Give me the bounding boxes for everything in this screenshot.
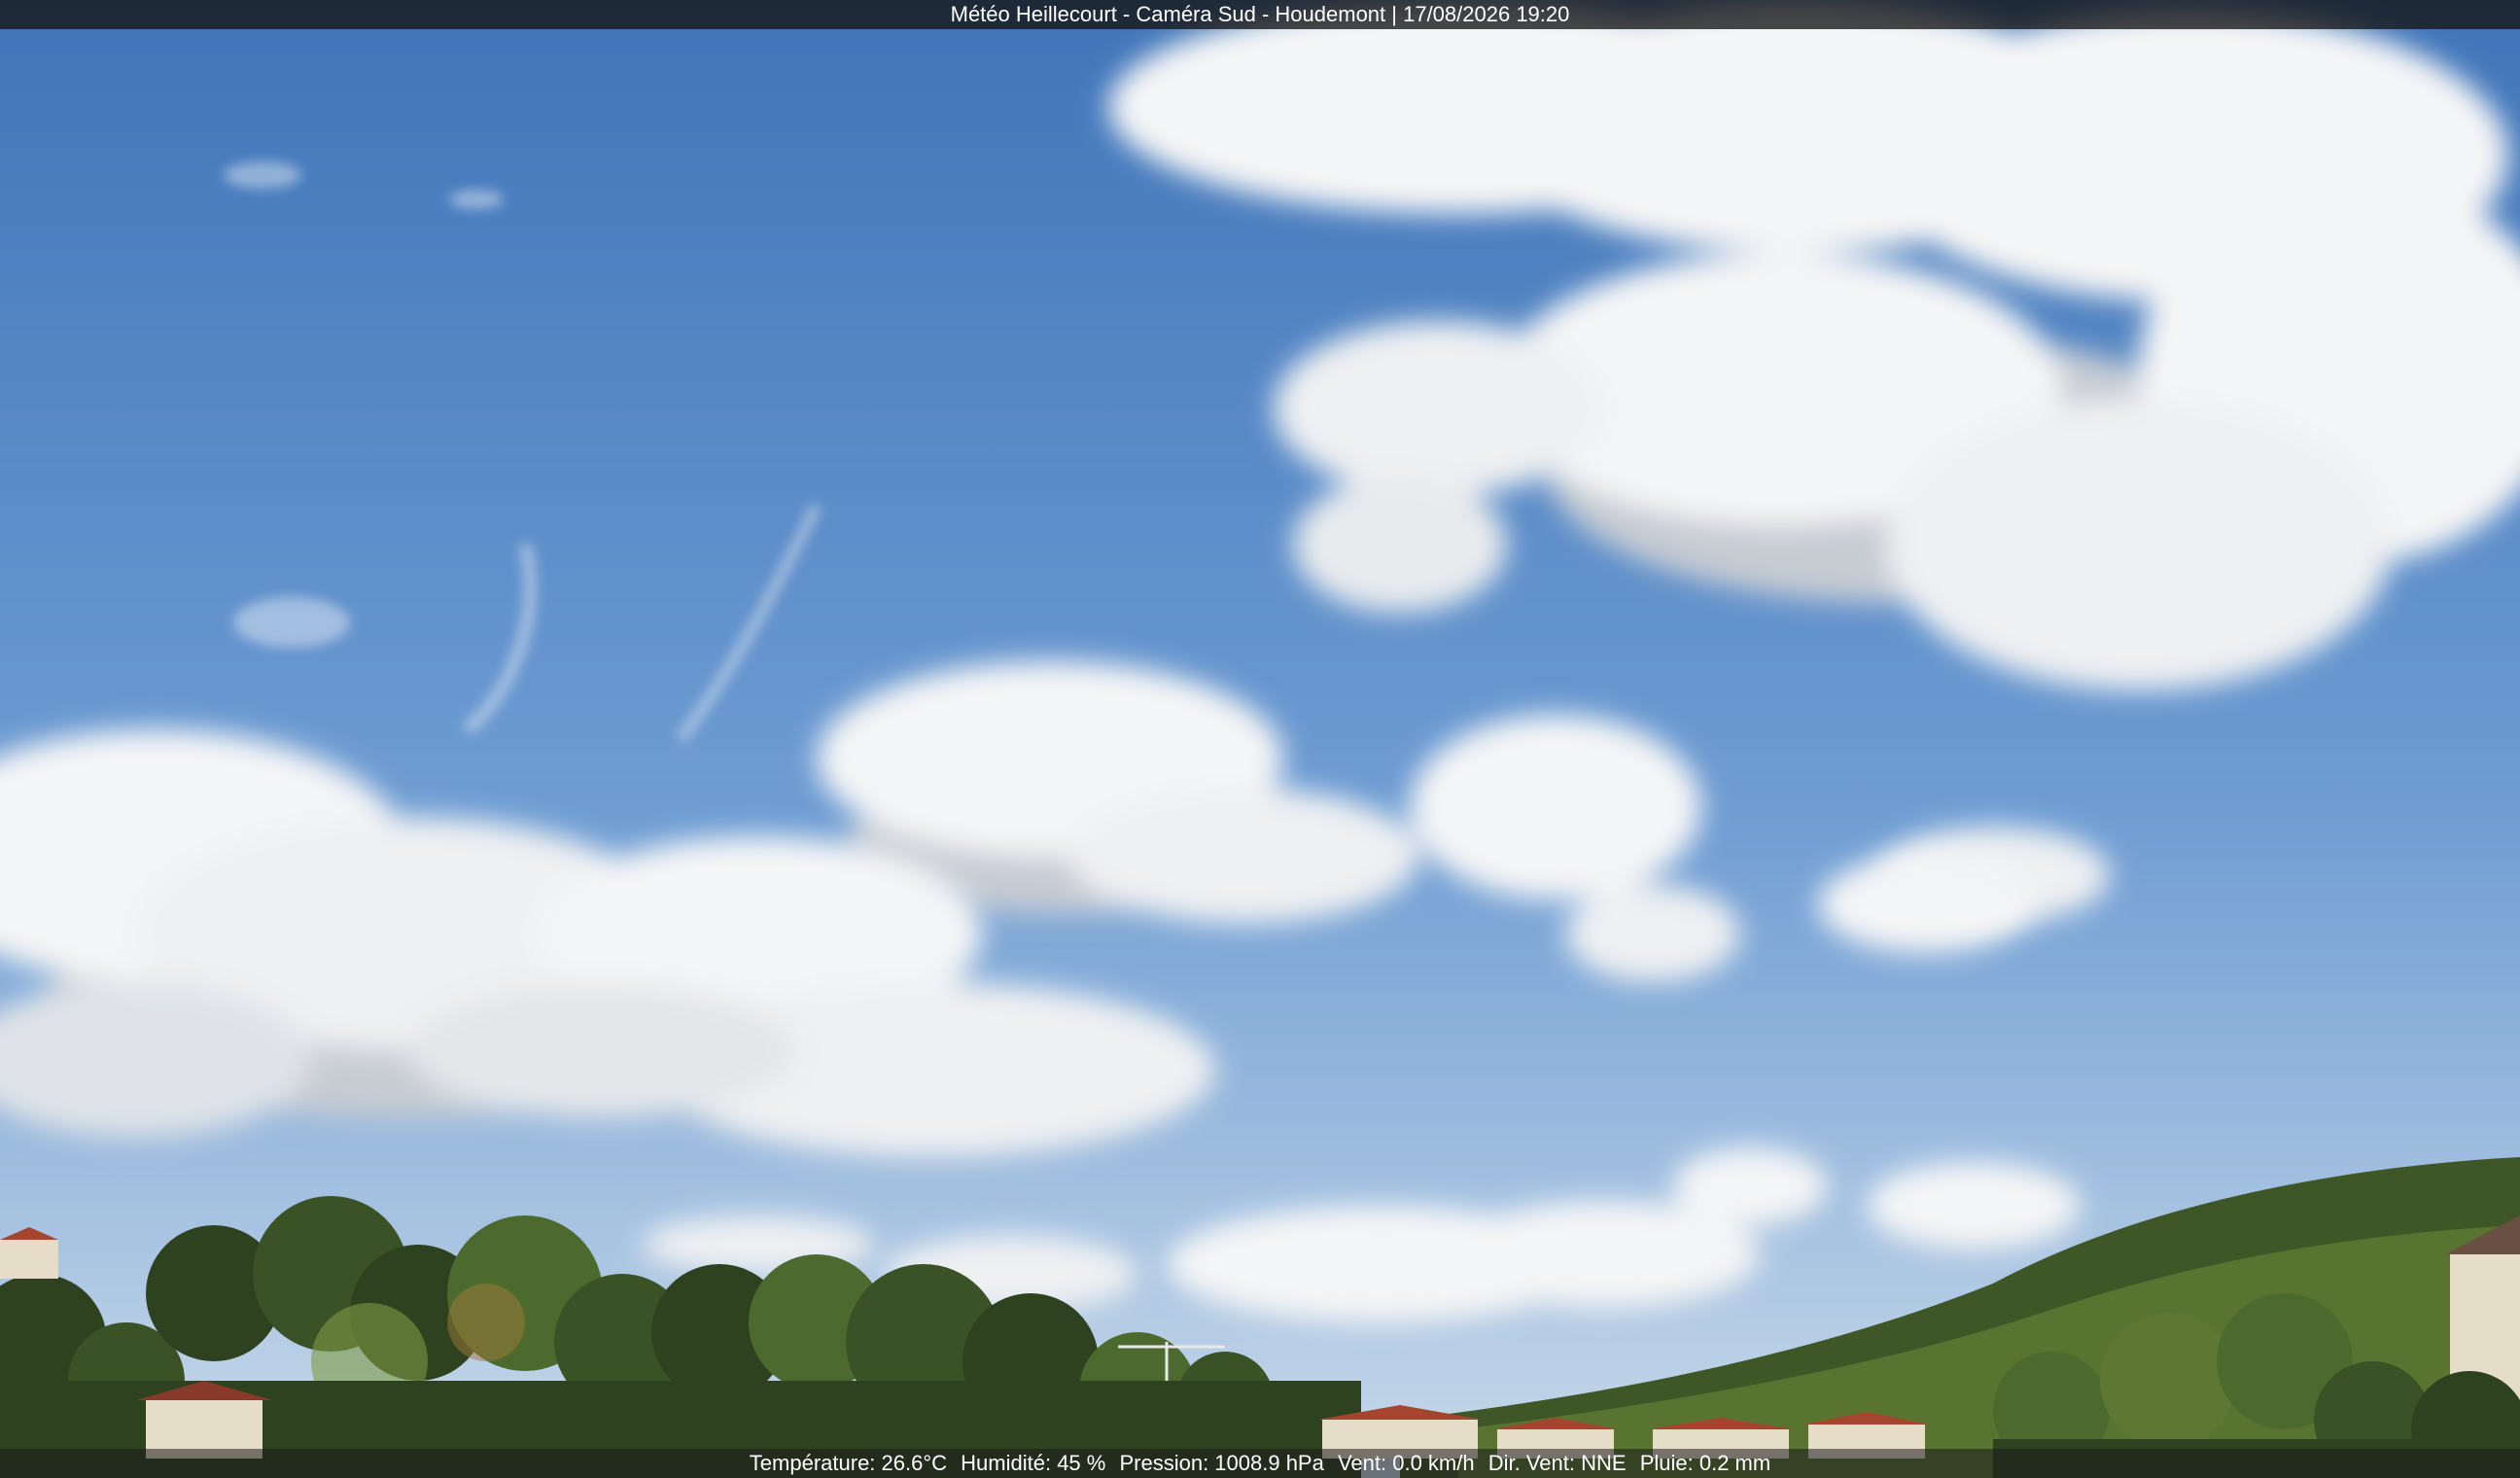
weather-readout-banner: Température: 26.6°C Humidité: 45 % Press… [0,1449,2520,1478]
webcam-title-banner: Météo Heillecourt - Caméra Sud - Houdemo… [0,0,2520,29]
temperature-readout: Température: 26.6°C [749,1451,948,1475]
rain-readout: Pluie: 0.2 mm [1639,1451,1771,1475]
wind-direction-readout: Dir. Vent: NNE [1488,1451,1627,1475]
humidity-readout: Humidité: 45 % [961,1451,1106,1475]
webcam-title: Météo Heillecourt - Caméra Sud - Houdemo… [950,2,1570,26]
pressure-readout: Pression: 1008.9 hPa [1119,1451,1324,1475]
wind-speed-readout: Vent: 0.0 km/h [1337,1451,1475,1475]
webcam-scene [0,0,2520,1478]
webcam-frame: Météo Heillecourt - Caméra Sud - Houdemo… [0,0,2520,1478]
